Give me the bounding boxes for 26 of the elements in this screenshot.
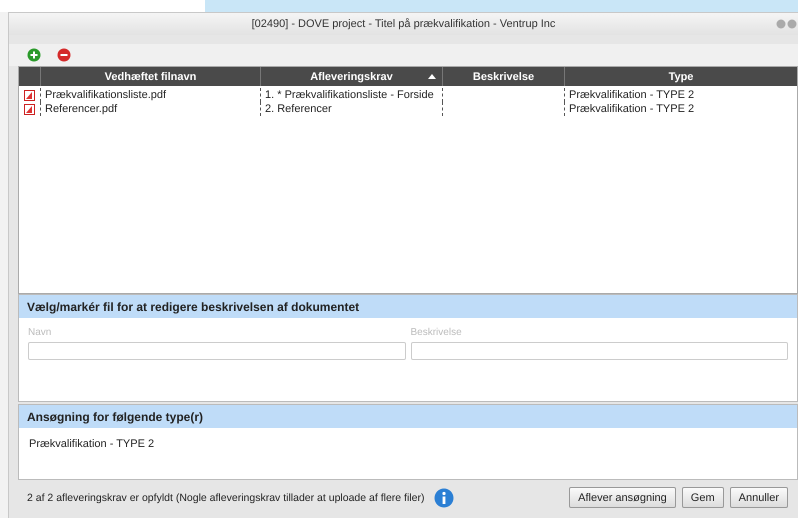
window-controls-icon[interactable] [776, 19, 798, 29]
table-cell: Prækvalifikationsliste.pdf [45, 89, 166, 101]
column-header[interactable]: Type [564, 67, 797, 86]
section-header: Vælg/markér fil for at redigere beskrivelsen af dokumentet [19, 295, 797, 318]
column-header[interactable]: Beskrivelse [442, 67, 564, 86]
remove-icon[interactable] [57, 48, 71, 62]
table-cell: Referencer.pdf [45, 103, 118, 115]
table-cell: 2. Referencer [265, 103, 332, 115]
table-cell: Prækvalifikation - TYPE 2 [569, 89, 694, 101]
table-cell: Prækvalifikation - TYPE 2 [569, 103, 694, 115]
dialog-button[interactable]: Aflever ansøgning [569, 487, 676, 508]
status-text: 2 af 2 afleveringskrav er opfyldt (Nogle afleveringskrav tillader at uploade af flere filer) [27, 492, 424, 504]
window-title: [02490] - DOVE project - Titel på prækvalifikation - Ventrup Inc [252, 18, 556, 30]
table-cell: 1. * Prækvalifikationsliste - Forside [265, 89, 434, 101]
column-header[interactable]: Vedhæftet filnavn [40, 67, 260, 86]
column-header[interactable]: Afleveringskrav [260, 67, 442, 86]
field-label: Navn [28, 327, 52, 338]
section-header: Ansøgning for følgende type(r) [19, 405, 797, 428]
dialog-button[interactable]: Gem [682, 487, 724, 508]
field-label: Beskrivelse [410, 327, 463, 338]
dialog-button[interactable]: Annuller [730, 487, 788, 508]
type-item: Prækvalifikation - TYPE 2 [29, 438, 154, 450]
pdf-file-icon [24, 90, 35, 100]
add-icon[interactable] [27, 48, 41, 62]
info-icon[interactable] [434, 488, 454, 508]
pdf-file-icon [24, 104, 35, 114]
